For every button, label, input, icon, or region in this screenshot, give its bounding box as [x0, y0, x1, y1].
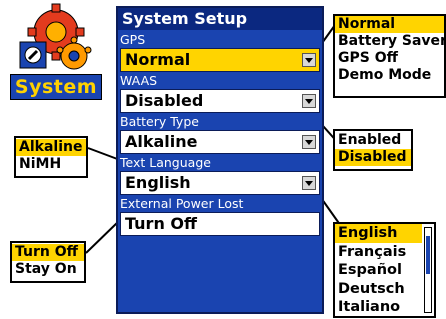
- language-option[interactable]: Deutsch: [335, 280, 434, 299]
- text-language-label: Text Language: [120, 155, 211, 170]
- battery-options-list: Alkaline NiMH: [14, 136, 88, 178]
- chevron-down-icon[interactable]: [302, 53, 316, 67]
- system-app-icon[interactable]: System: [6, 2, 104, 102]
- power-option[interactable]: Turn Off: [12, 244, 84, 261]
- gps-label: GPS: [120, 32, 146, 47]
- external-power-value: Turn Off: [125, 214, 197, 233]
- chevron-down-icon[interactable]: [302, 94, 316, 108]
- gps-option[interactable]: Normal: [335, 16, 444, 33]
- gears-icon: [16, 2, 96, 74]
- battery-type-label: Battery Type: [120, 114, 199, 129]
- battery-type-value: Alkaline: [125, 132, 198, 151]
- language-option[interactable]: Français: [335, 243, 434, 262]
- text-language-value: English: [125, 173, 191, 192]
- gps-option[interactable]: Battery Saver: [335, 33, 446, 50]
- waas-option[interactable]: Disabled: [335, 149, 411, 166]
- chevron-down-icon[interactable]: [302, 135, 316, 149]
- waas-options-list: Enabled Disabled: [333, 129, 413, 171]
- battery-option[interactable]: Alkaline: [16, 139, 86, 156]
- gps-field[interactable]: Normal: [120, 48, 320, 72]
- language-option[interactable]: Español: [335, 261, 434, 280]
- external-power-field[interactable]: Turn Off: [120, 212, 320, 236]
- gps-options-list: Normal Battery Saver GPS Off Demo Mode: [333, 14, 446, 98]
- power-options-list: Turn Off Stay On: [10, 241, 86, 283]
- language-options-list: English Français Español Deutsch Italian…: [333, 222, 436, 318]
- gps-option[interactable]: Demo Mode: [335, 67, 444, 84]
- power-option[interactable]: Stay On: [12, 261, 84, 278]
- waas-label: WAAS: [120, 73, 158, 88]
- scrollbar-thumb[interactable]: [426, 236, 430, 274]
- gps-option[interactable]: GPS Off: [335, 50, 444, 67]
- text-language-field[interactable]: English: [120, 171, 320, 195]
- language-option[interactable]: Italiano: [335, 298, 434, 317]
- language-option[interactable]: English: [335, 224, 422, 243]
- battery-option[interactable]: NiMH: [16, 156, 86, 173]
- waas-option[interactable]: Enabled: [335, 132, 411, 149]
- language-scrollbar[interactable]: [424, 227, 432, 313]
- waas-value: Disabled: [125, 91, 204, 110]
- gps-value: Normal: [125, 50, 191, 69]
- window-title: System Setup: [118, 8, 322, 30]
- waas-field[interactable]: Disabled: [120, 89, 320, 113]
- app-icon-label: System: [10, 74, 102, 100]
- battery-type-field[interactable]: Alkaline: [120, 130, 320, 154]
- external-power-label: External Power Lost: [120, 196, 244, 211]
- chevron-down-icon[interactable]: [302, 176, 316, 190]
- system-setup-window: System Setup GPS Normal WAAS Disabled Ba…: [116, 6, 324, 314]
